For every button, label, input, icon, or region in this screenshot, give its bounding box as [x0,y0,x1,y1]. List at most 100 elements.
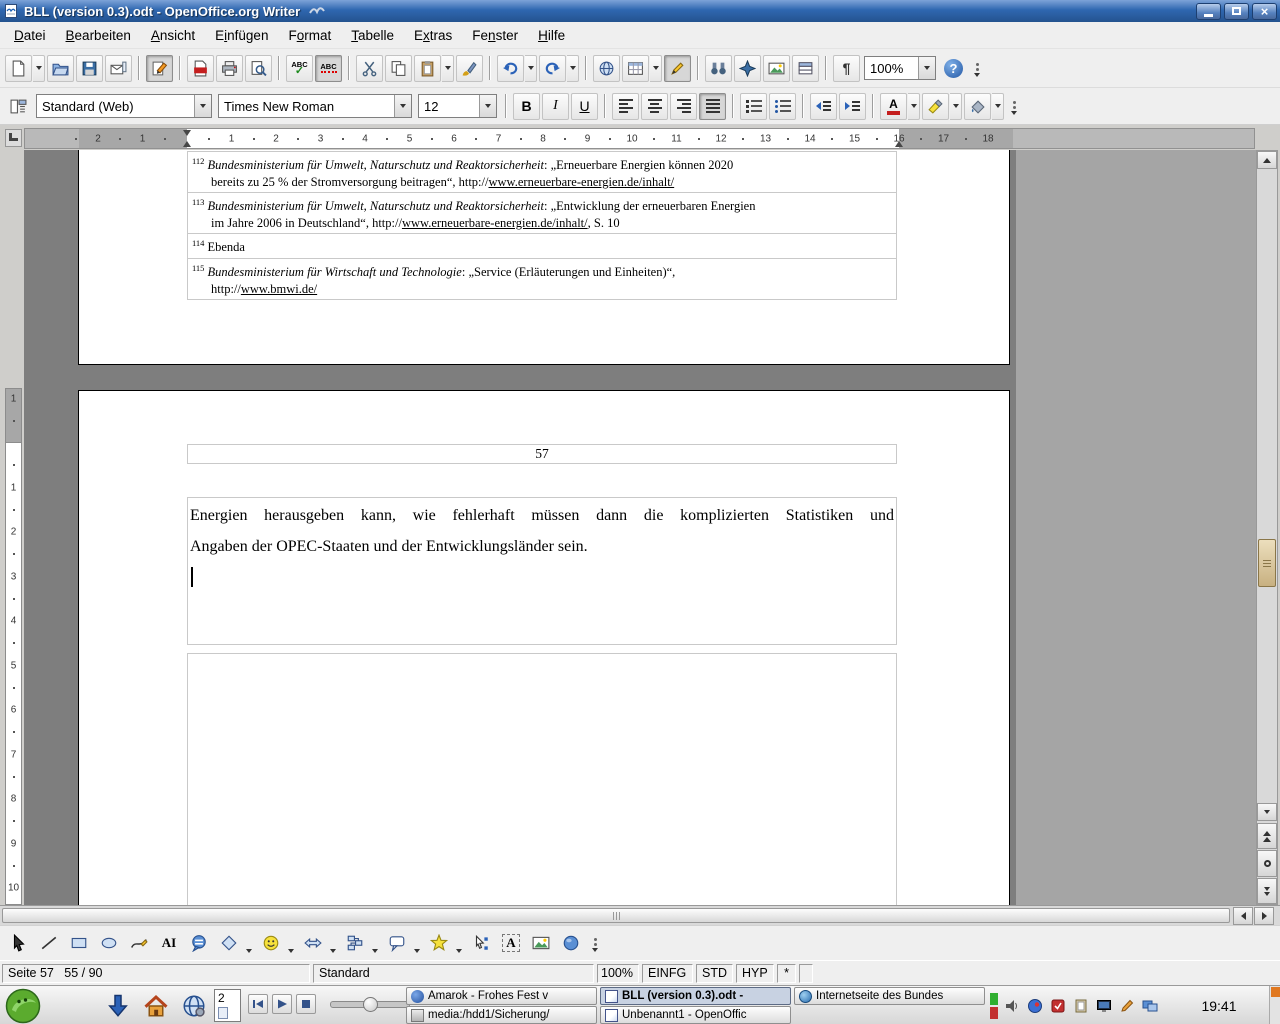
undo-dropdown[interactable] [525,55,537,82]
left-indent-marker[interactable] [183,141,191,147]
status-zoom[interactable]: 100% [597,964,639,983]
underline-button[interactable]: U [571,93,598,120]
scroll-right-button[interactable] [1254,907,1274,925]
footnote-row[interactable]: 114Ebenda [188,233,896,258]
font-size-combo[interactable]: 12 [418,94,497,118]
cut-button[interactable] [356,55,383,82]
status-modified-flag[interactable]: * [777,964,796,983]
zoom-combo[interactable]: 100% [864,56,936,80]
scroll-left-button[interactable] [1233,907,1253,925]
callouts-dropdown[interactable] [412,929,422,957]
status-insert-mode[interactable]: EINFG [642,964,693,983]
quicklaunch-download-button[interactable] [102,990,134,1022]
footnote-row[interactable]: 115Bundesministerium für Wirtschaft und … [188,258,896,299]
standard-toolbar-overflow[interactable] [970,55,984,81]
stars-dropdown[interactable] [454,929,464,957]
font-name-combo[interactable]: Times New Roman [218,94,412,118]
quicklaunch-browser-button[interactable] [178,990,210,1022]
navigation-button[interactable] [1257,850,1277,877]
font-name-dropdown[interactable] [394,95,411,117]
basic-shapes-button[interactable] [215,929,243,957]
page-56[interactable]: 112Bundesministerium für Umwelt, Natursc… [78,150,1010,365]
insert-table-button[interactable] [622,55,649,82]
footnote-link[interactable]: www.erneuerbare-energien.de/inhalt/ [488,175,674,189]
titlebar[interactable]: BLL (version 0.3).odt - OpenOffice.org W… [0,0,1280,22]
menu-ansicht[interactable]: Ansicht [141,24,205,47]
hyperlink-button[interactable] [593,55,620,82]
task-button[interactable]: media:/hdd1/Sicherung/ [406,1006,597,1024]
vertical-ruler[interactable]: 112345678910 [5,150,22,905]
copy-button[interactable] [385,55,412,82]
spellcheck-button[interactable]: ABC✓ [286,55,313,82]
select-tool-button[interactable] [5,929,33,957]
align-center-button[interactable] [641,93,668,120]
footnote-row[interactable]: 113Bundesministerium für Umwelt, Natursc… [188,192,896,233]
show-draw-functions-button[interactable] [664,55,691,82]
ellipse-tool-button[interactable] [95,929,123,957]
export-pdf-button[interactable] [187,55,214,82]
footnote-link[interactable]: www.bmwi.de/ [241,282,317,296]
scroll-down-button[interactable] [1257,803,1277,821]
menu-datei[interactable]: Datei [4,24,56,47]
close-button[interactable]: × [1252,3,1277,20]
flowcharts-button[interactable] [341,929,369,957]
task-button[interactable]: Internetseite des Bundes [794,987,985,1005]
paragraph-style-combo[interactable]: Standard (Web) [36,94,212,118]
format-paintbrush-button[interactable] [456,55,483,82]
paste-dropdown[interactable] [442,55,454,82]
line-tool-button[interactable] [35,929,63,957]
media-stop-button[interactable] [296,994,316,1014]
styles-window-button[interactable] [5,93,32,120]
paragraph-style-dropdown[interactable] [194,95,211,117]
media-play-button[interactable] [272,994,292,1014]
new-document-button[interactable] [5,55,32,82]
stars-button[interactable] [425,929,453,957]
status-page-style[interactable]: Standard [313,964,594,983]
insert-table-dropdown[interactable] [650,55,662,82]
auto-spellcheck-button[interactable]: ABC [315,55,342,82]
horizontal-scrollbar[interactable] [0,905,1280,925]
rectangle-tool-button[interactable] [65,929,93,957]
italic-button[interactable]: I [542,93,569,120]
fontwork-gallery-button[interactable]: A [497,929,525,957]
align-left-button[interactable] [612,93,639,120]
menu-extras[interactable]: Extras [404,24,462,47]
start-menu-button[interactable] [2,987,44,1024]
numbered-list-button[interactable] [740,93,767,120]
save-button[interactable] [76,55,103,82]
maximize-button[interactable] [1224,3,1249,20]
status-page-info[interactable]: Seite 57 55 / 90 [2,964,310,983]
menu-einfügen[interactable]: Einfügen [205,24,278,47]
klipper-tray-icon[interactable] [1049,997,1067,1015]
from-file-button[interactable] [527,929,555,957]
open-button[interactable] [47,55,74,82]
page-header[interactable]: 57 [187,444,897,464]
align-right-button[interactable] [670,93,697,120]
vertical-scroll-thumb[interactable] [1258,539,1276,587]
highlighting-dropdown[interactable] [950,93,962,120]
justify-button[interactable] [699,93,726,120]
redo-button[interactable] [539,55,566,82]
zoom-dropdown[interactable] [918,57,935,79]
footnote-link[interactable]: www.erneuerbare-energien.de/inhalt/ [402,216,588,230]
freeform-line-tool-button[interactable] [125,929,153,957]
display-tray-icon[interactable] [1095,997,1113,1015]
media-previous-button[interactable] [248,994,268,1014]
callout-tool-button[interactable] [185,929,213,957]
clipboard-tray-icon[interactable] [1072,997,1090,1015]
highlighting-button[interactable] [922,93,949,120]
menu-format[interactable]: Format [278,24,341,47]
data-sources-button[interactable] [792,55,819,82]
slider-knob[interactable] [363,997,378,1012]
increase-indent-button[interactable] [839,93,866,120]
callouts-button[interactable] [383,929,411,957]
vertical-scrollbar[interactable] [1256,150,1278,905]
horizontal-ruler[interactable]: 12123456789101112131415161718 [24,128,1255,149]
font-size-dropdown[interactable] [479,95,496,117]
stylus-tray-icon[interactable] [1118,997,1136,1015]
menu-tabelle[interactable]: Tabelle [341,24,404,47]
symbol-shapes-button[interactable] [257,929,285,957]
status-selection-mode[interactable]: STD [696,964,733,983]
panel-hide-button[interactable] [1269,986,1280,1024]
redo-dropdown[interactable] [567,55,579,82]
